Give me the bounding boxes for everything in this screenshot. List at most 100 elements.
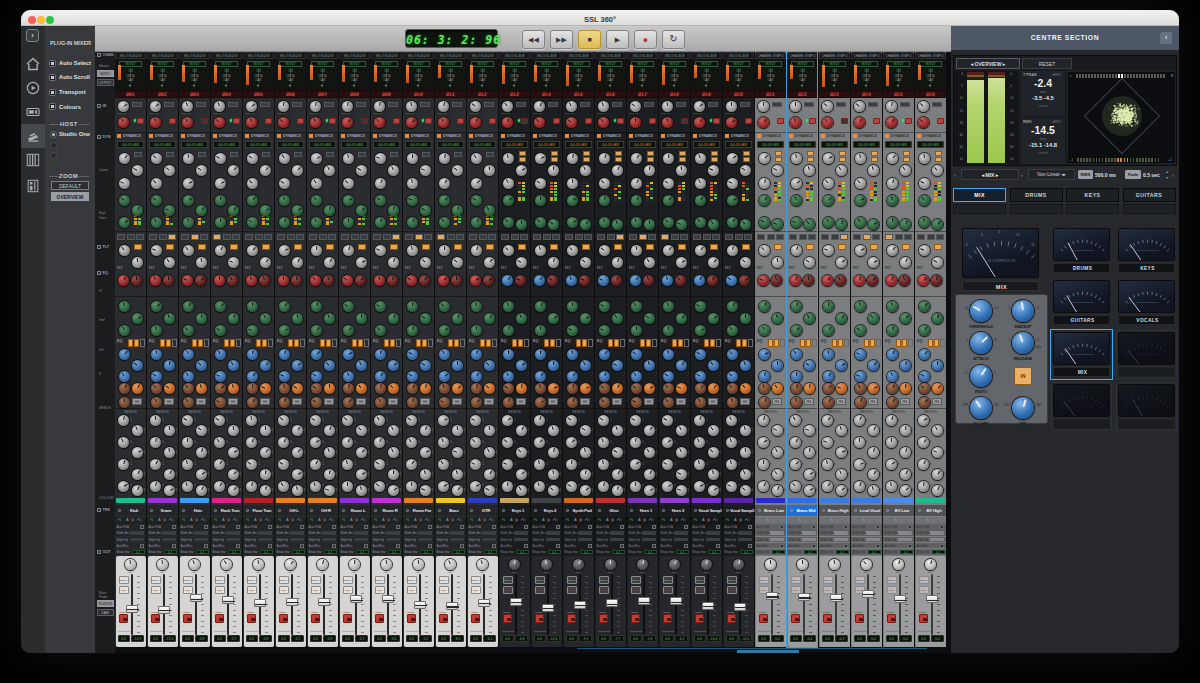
fader-cap[interactable] [318, 598, 330, 606]
ctrl-slider[interactable] [386, 531, 400, 534]
knob[interactable] [438, 437, 449, 448]
knob[interactable] [503, 178, 514, 189]
knob[interactable] [279, 325, 290, 336]
mn-button[interactable]: MN [548, 398, 558, 405]
knob[interactable] [644, 257, 655, 268]
ctrl-slider[interactable] [194, 531, 208, 534]
knob[interactable] [471, 325, 482, 336]
phase-button[interactable] [233, 118, 241, 124]
in-button[interactable] [932, 102, 942, 107]
knob[interactable] [599, 325, 610, 336]
knob[interactable] [727, 371, 738, 382]
knob[interactable] [502, 415, 513, 426]
knob[interactable] [324, 165, 335, 176]
fader-cap[interactable] [414, 601, 426, 609]
eq-toggle-off[interactable] [876, 339, 881, 347]
knob[interactable] [407, 383, 418, 394]
ctrl-checkbox[interactable] [204, 544, 208, 548]
strip-button[interactable] [853, 234, 861, 240]
knob[interactable] [503, 217, 514, 228]
knob[interactable] [535, 383, 546, 394]
knob[interactable] [823, 397, 834, 408]
section-checkbox[interactable] [97, 135, 101, 139]
knob[interactable] [918, 481, 929, 492]
knob[interactable] [132, 383, 143, 394]
knob[interactable] [663, 325, 674, 336]
in-button[interactable] [132, 102, 142, 107]
flt-in-button[interactable] [454, 244, 462, 250]
ctrl-checkbox[interactable] [396, 525, 400, 529]
knob[interactable] [420, 425, 431, 436]
cut-button[interactable]: CUT [311, 586, 321, 594]
knob[interactable] [855, 349, 866, 360]
ctrl-checkbox[interactable] [716, 525, 720, 529]
channel-name-row[interactable]: Floor Tom [243, 505, 274, 516]
strip-button[interactable] [917, 234, 925, 240]
listen-button[interactable] [407, 614, 416, 623]
knob[interactable] [157, 559, 168, 570]
knob[interactable] [196, 205, 207, 216]
knob[interactable] [535, 195, 546, 206]
knob[interactable] [612, 485, 623, 496]
knob[interactable] [855, 397, 866, 408]
knob[interactable] [439, 383, 450, 394]
fast-button[interactable] [711, 151, 718, 156]
knob[interactable] [151, 195, 162, 206]
knob[interactable] [247, 217, 258, 228]
knob[interactable] [868, 469, 879, 480]
knob[interactable] [279, 349, 290, 360]
channel-name-row[interactable]: Room R [371, 505, 402, 516]
knob[interactable] [900, 447, 911, 458]
knob[interactable] [215, 383, 226, 394]
knob[interactable] [343, 153, 354, 164]
strip-button[interactable] [799, 234, 807, 240]
knob[interactable] [919, 153, 930, 164]
ctrl-checkbox[interactable] [940, 525, 944, 529]
eq-toggle[interactable] [416, 339, 421, 347]
mn-button[interactable]: MN [708, 398, 718, 405]
knob[interactable] [215, 153, 226, 164]
channel-name-row[interactable]: Synth Pad [563, 505, 594, 516]
knob[interactable] [790, 437, 801, 448]
ctrl-slider[interactable] [514, 538, 528, 541]
knob[interactable] [823, 195, 834, 206]
knob[interactable] [822, 101, 833, 112]
in-button[interactable] [836, 102, 846, 107]
strip-button[interactable] [479, 234, 487, 240]
knob[interactable] [548, 485, 559, 496]
knob[interactable] [502, 275, 513, 286]
strip-button[interactable] [456, 234, 464, 240]
fast-button[interactable] [551, 151, 558, 156]
knob[interactable] [470, 117, 481, 128]
knob[interactable] [285, 559, 296, 570]
dyn-in-button[interactable] [871, 157, 878, 162]
eq-toggle[interactable] [320, 339, 325, 347]
knob[interactable] [932, 360, 943, 371]
knob[interactable] [899, 275, 910, 286]
knob[interactable] [694, 101, 705, 112]
knob[interactable] [791, 301, 802, 312]
ctrl-checkbox[interactable] [492, 544, 496, 548]
knob[interactable] [119, 383, 130, 394]
knob[interactable] [183, 383, 194, 394]
ctrl-checkbox[interactable] [556, 525, 560, 529]
solo-button[interactable]: SOLO [247, 576, 257, 584]
knob[interactable] [164, 313, 175, 324]
knob[interactable] [311, 217, 322, 228]
knob[interactable] [580, 485, 591, 496]
cut-button[interactable]: CUT [663, 586, 673, 594]
eq-toggle[interactable] [550, 339, 555, 347]
ctrl-slider[interactable] [386, 538, 400, 541]
knob[interactable] [324, 425, 335, 436]
knob[interactable] [324, 205, 335, 216]
knob[interactable] [855, 178, 866, 189]
knob[interactable] [695, 195, 706, 206]
fader-cap[interactable] [286, 598, 298, 606]
knob[interactable] [471, 178, 482, 189]
listen-button[interactable] [535, 614, 544, 623]
knob[interactable] [438, 415, 449, 426]
knob[interactable] [727, 383, 738, 394]
ctrl-slider[interactable] [610, 538, 624, 541]
knob[interactable] [887, 301, 898, 312]
listen-button[interactable] [183, 614, 192, 623]
